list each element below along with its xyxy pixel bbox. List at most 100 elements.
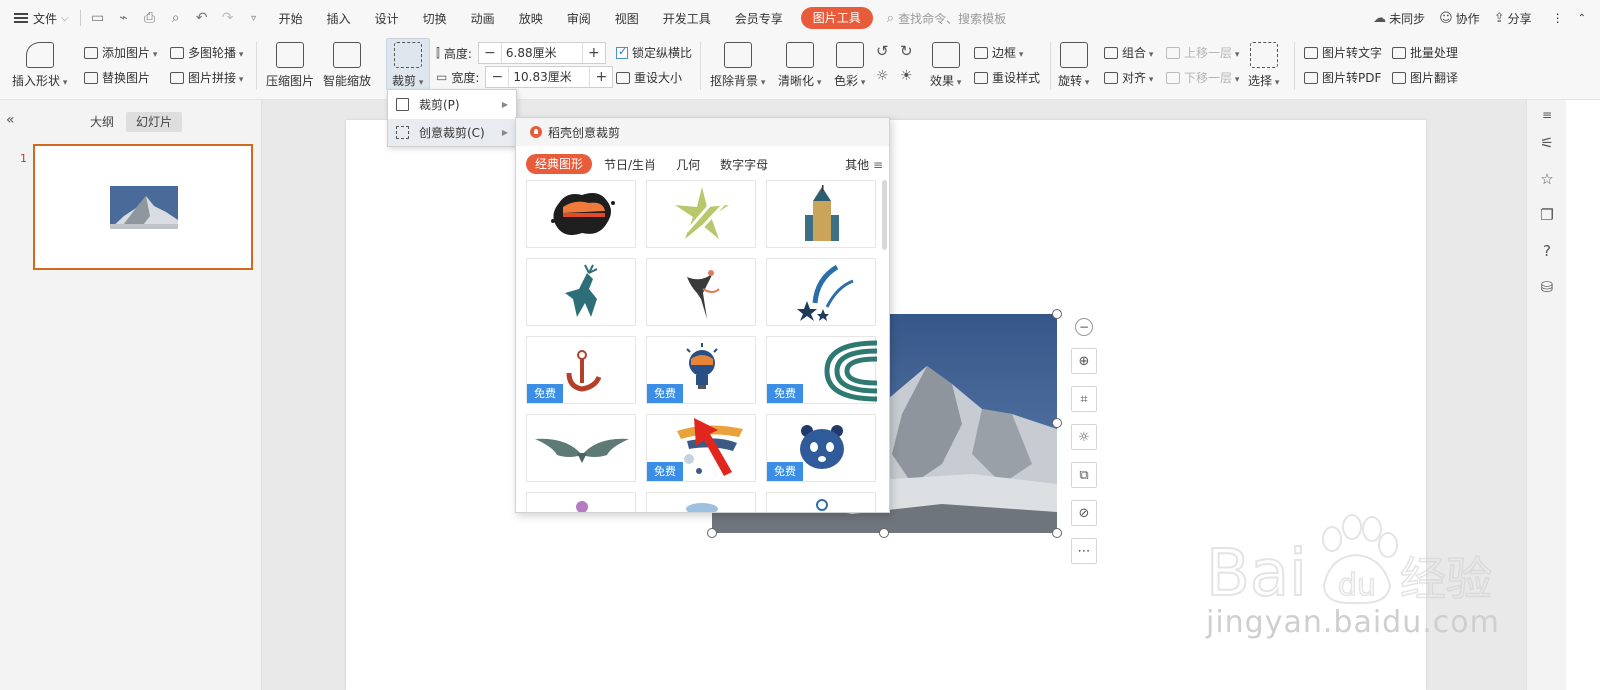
backup-icon[interactable]: ⛁ [1538,278,1556,296]
shape-tile-deer[interactable] [526,258,636,326]
more-menu-icon[interactable]: ⋮ [1552,11,1564,25]
shape-tile-swirl[interactable] [766,492,876,512]
file-menu[interactable]: 文件 ⌵ [0,0,76,36]
rotate-button[interactable]: 旋转 [1058,42,1089,89]
tab-slides[interactable]: 幻灯片 [126,112,183,132]
tab-numbers-letters[interactable]: 数字字母 [720,156,768,173]
rotate-left-icon[interactable]: ↺ [876,42,889,60]
resize-handle[interactable] [1052,309,1062,319]
tab-geometry[interactable]: 几何 [676,156,700,173]
tab-picture-tools[interactable]: 图片工具 [800,7,873,29]
shape-tile-panda[interactable]: 免费 [766,414,876,482]
reset-style-button[interactable]: 重设样式 [974,69,1040,86]
align-button[interactable]: 对齐 [1104,69,1153,86]
shape-tile-anchor[interactable]: 免费 [526,336,636,404]
image-translate-button[interactable]: 图片翻译 [1392,69,1458,86]
image-to-pdf-button[interactable]: 图片转PDF [1304,69,1381,86]
resize-handle[interactable] [879,528,889,538]
group-button[interactable]: 组合 [1104,44,1153,61]
tab-member[interactable]: 会员专享 [723,10,795,27]
crop-button[interactable]: 裁剪 [392,42,423,89]
insert-shape-button[interactable]: 插入形状 [12,42,67,89]
print-preview-icon[interactable]: ⌕ [163,0,189,36]
tab-transition[interactable]: 切换 [411,10,459,27]
width-decrease-button[interactable]: − [486,69,508,85]
tab-home[interactable]: 开始 [267,10,315,27]
image-ocr-icon[interactable]: ⧉ [1071,462,1097,488]
zoom-in-icon[interactable]: ⊕ [1071,348,1097,374]
shape-tile-dancer[interactable] [646,258,756,326]
shape-tile-castle[interactable] [766,180,876,248]
more-options-icon[interactable]: ⋯ [1071,538,1097,564]
resize-handle[interactable] [707,528,717,538]
smart-zoom-button[interactable]: 智能缩放 [323,42,371,89]
multi-carousel-button[interactable]: 多图轮播 [170,44,243,61]
collapse-ribbon-icon[interactable]: ⌃ [1578,13,1586,24]
template-icon[interactable]: ❐ [1538,206,1556,224]
compress-image-button[interactable]: 压缩图片 [266,42,314,89]
height-decrease-button[interactable]: − [479,45,501,61]
height-stepper[interactable]: − 6.88厘米 + [477,42,606,64]
remove-background-button[interactable]: 抠除背景 [710,42,765,89]
sync-button[interactable]: ☁ 未同步 [1373,10,1425,27]
color-button[interactable]: 色彩 [834,42,865,89]
tab-design[interactable]: 设计 [363,10,411,27]
add-image-button[interactable]: 添加图片 [84,44,157,61]
tab-review[interactable]: 审阅 [555,10,603,27]
format-painter-icon[interactable]: ⌁ [111,0,137,36]
effects-button[interactable]: 效果 [930,42,961,89]
height-increase-button[interactable]: + [583,45,605,61]
shape-tile-splash[interactable] [526,180,636,248]
tab-animation[interactable]: 动画 [459,10,507,27]
customize-toolbar-icon[interactable]: ▿ [241,0,267,36]
menu-item-crop[interactable]: 裁剪(P) ▶ [388,91,516,118]
tab-outline[interactable]: 大纲 [80,112,124,132]
image-to-text-button[interactable]: 图片转文字 [1304,44,1382,61]
border-button[interactable]: 边框 [974,44,1023,61]
shape-tile-flower[interactable] [526,492,636,512]
replace-image-button[interactable]: 替换图片 [84,69,150,86]
sharpen-button[interactable]: 清晰化 [778,42,821,89]
select-button[interactable]: 选择 [1248,42,1279,89]
collaborate-button[interactable]: ☺ 协作 [1439,10,1480,27]
send-backward-button[interactable]: 下移一层 [1166,69,1239,86]
menu-item-creative-crop[interactable]: 创意裁剪(C) ▶ [388,119,516,146]
height-input[interactable]: 6.88厘米 [500,43,583,63]
slide-thumbnail[interactable] [33,144,253,270]
shape-tile-stripes[interactable]: 免费 [766,336,877,404]
shape-tile-lightbulb[interactable]: 免费 [646,336,756,404]
redo-icon[interactable]: ↷ [215,0,241,36]
fill-icon[interactable]: ⊘ [1071,500,1097,526]
share-button[interactable]: ⇪ 分享 [1494,10,1532,27]
lightbulb-icon[interactable]: ☼ [1071,424,1097,450]
undo-icon[interactable]: ↶ [189,0,215,36]
reset-size-button[interactable]: 重设大小 [616,69,682,86]
shape-tile-shooting-stars[interactable] [766,258,876,326]
help-icon[interactable]: ? [1538,242,1556,260]
rotate-right-icon[interactable]: ↻ [900,42,913,60]
width-stepper[interactable]: − 10.83厘米 + [485,66,614,88]
collapse-panel-icon[interactable]: « [6,112,15,128]
command-search[interactable]: ⌕ 查找命令、搜索模板 [887,10,1006,27]
other-categories-button[interactable]: 其他 ≡ [845,156,883,173]
tab-view[interactable]: 视图 [603,10,651,27]
star-icon[interactable]: ☆ [1538,170,1556,188]
save-icon[interactable]: ▭ [85,0,111,36]
tab-festival-zodiac[interactable]: 节日/生肖 [604,156,656,173]
batch-process-button[interactable]: 批量处理 [1392,44,1458,61]
resize-handle[interactable] [1052,418,1062,428]
image-stitch-button[interactable]: 图片拼接 [170,69,243,86]
brightness-increase-icon[interactable]: ☼ [876,68,889,84]
tab-developer[interactable]: 开发工具 [651,10,723,27]
tab-classic-shapes[interactable]: 经典图形 [526,154,593,174]
tab-insert[interactable]: 插入 [315,10,363,27]
shape-tile-cloud[interactable] [646,492,756,512]
panel-scrollbar[interactable] [882,180,887,250]
properties-icon[interactable]: ⚟ [1538,134,1556,152]
crop-tool-icon[interactable]: ⌗ [1071,386,1097,412]
brightness-decrease-icon[interactable]: ☀ [900,68,913,84]
resize-handle[interactable] [1052,528,1062,538]
collapse-toolbar-icon[interactable]: − [1075,318,1093,336]
bring-forward-button[interactable]: 上移一层 [1166,44,1239,61]
width-input[interactable]: 10.83厘米 [508,67,591,87]
